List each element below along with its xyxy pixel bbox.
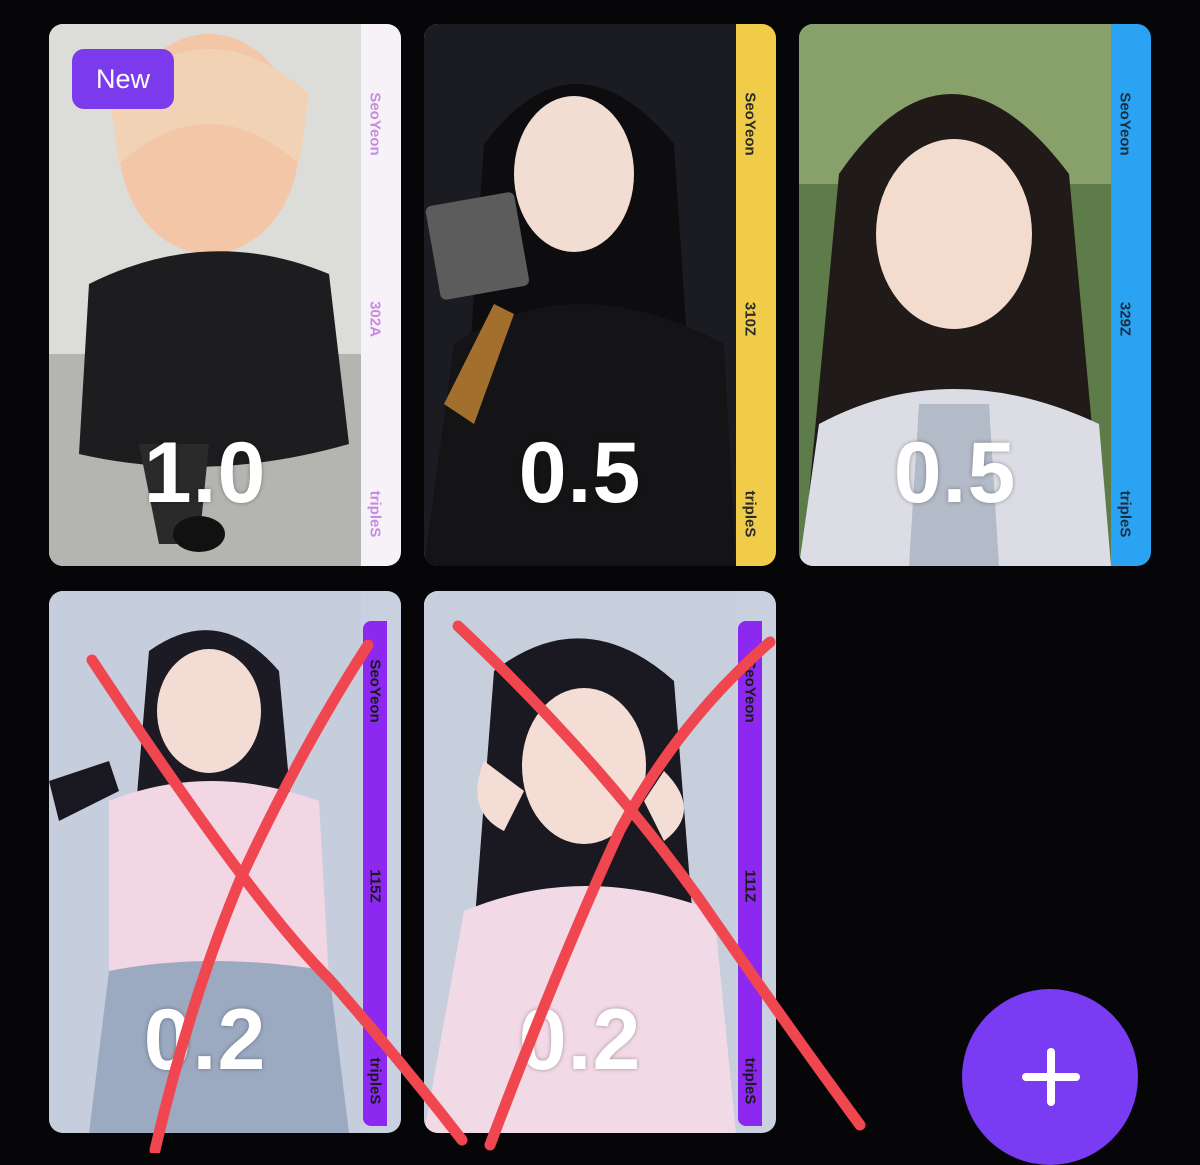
- group-name: tripleS: [366, 1057, 384, 1105]
- price-label: 0.5: [518, 425, 642, 521]
- card-info-strip: SeoYeon 302A tripleS: [363, 54, 387, 559]
- objekt-card[interactable]: SeoYeon 115Z tripleS 0.2: [49, 591, 401, 1133]
- member-name: SeoYeon: [366, 659, 384, 723]
- group-name: tripleS: [741, 1057, 759, 1105]
- price-label: 0.2: [143, 992, 267, 1088]
- collection-number: 302A: [366, 301, 384, 337]
- price-label: 0.2: [518, 992, 642, 1088]
- price-label: 1.0: [143, 425, 267, 521]
- objekt-card[interactable]: SeoYeon 111Z tripleS 0.2: [424, 591, 776, 1133]
- card-info-strip: SeoYeon 115Z tripleS: [363, 621, 387, 1126]
- objekt-card[interactable]: SeoYeon 310Z tripleS 0.5: [424, 24, 776, 566]
- collection-number: 111Z: [741, 869, 759, 903]
- card-info-strip: SeoYeon 310Z tripleS: [738, 54, 762, 559]
- objekt-card[interactable]: New SeoYeon 302A tripleS 1.0: [49, 24, 401, 566]
- card-info-strip: SeoYeon 111Z tripleS: [738, 621, 762, 1126]
- objekt-card[interactable]: SeoYeon 329Z tripleS 0.5: [799, 24, 1151, 566]
- collection-number: 115Z: [366, 869, 384, 903]
- group-name: tripleS: [366, 490, 384, 538]
- group-name: tripleS: [741, 490, 759, 538]
- card-info-strip: SeoYeon 329Z tripleS: [1113, 54, 1137, 559]
- add-button[interactable]: [962, 989, 1138, 1165]
- group-name: tripleS: [1116, 490, 1134, 538]
- member-name: SeoYeon: [741, 659, 759, 723]
- collection-number: 329Z: [1116, 301, 1134, 337]
- price-label: 0.5: [893, 425, 1017, 521]
- member-name: SeoYeon: [366, 92, 384, 156]
- member-name: SeoYeon: [741, 92, 759, 156]
- member-name: SeoYeon: [1116, 92, 1134, 156]
- collection-number: 310Z: [741, 301, 759, 337]
- new-badge: New: [72, 49, 174, 109]
